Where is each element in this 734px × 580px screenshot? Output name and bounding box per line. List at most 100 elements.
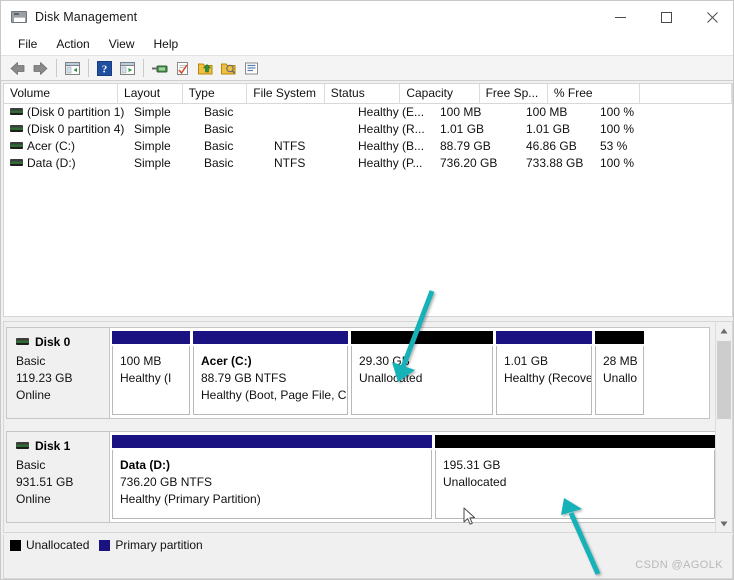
partition-status: Unallocated <box>443 475 507 489</box>
graphical-view-scrollbar[interactable] <box>715 322 732 532</box>
scroll-up-arrow-icon[interactable] <box>716 322 732 339</box>
partition-body: 195.31 GB Unallocated <box>435 450 715 519</box>
disk-row-1[interactable]: Disk 1 Basic 931.51 GB Online Data (D:) … <box>6 431 718 523</box>
maximize-button[interactable] <box>643 1 689 33</box>
partition-title: Acer (C:) <box>201 354 252 368</box>
partition-disk0-2-unallocated[interactable]: 29.30 GB Unallocated <box>351 331 493 415</box>
cell-volume-label: Data (D:) <box>27 156 76 170</box>
disk-partitions-1: Data (D:) 736.20 GB NTFS Healthy (Primar… <box>110 431 718 523</box>
cell-type: Basic <box>204 122 234 136</box>
menu-action[interactable]: Action <box>47 34 98 54</box>
cell-percent-free: 100 % <box>600 156 635 170</box>
partition-bar <box>351 331 493 344</box>
disk-info-1[interactable]: Disk 1 Basic 931.51 GB Online <box>6 431 110 523</box>
partition-disk0-0[interactable]: 100 MB Healthy (I <box>112 331 190 415</box>
cell-layout: Simple <box>134 105 171 119</box>
cell-volume: Data (D:) <box>4 155 128 172</box>
partition-status: Healthy (Primary Partition) <box>120 492 261 506</box>
partition-disk0-4-unallocated[interactable]: 28 MB Unallo <box>595 331 644 415</box>
back-icon[interactable] <box>6 57 28 79</box>
partition-disk1-0[interactable]: Data (D:) 736.20 GB NTFS Healthy (Primar… <box>112 435 432 519</box>
menu-view[interactable]: View <box>100 34 144 54</box>
table-row[interactable]: (Disk 0 partition 4) Simple Basic Health… <box>4 121 732 138</box>
partition-bar <box>112 435 432 448</box>
cell-layout: Simple <box>134 139 171 153</box>
volume-icon <box>10 108 23 116</box>
volume-icon <box>10 125 23 133</box>
partition-status: Unallo <box>603 371 638 385</box>
partition-disk0-3[interactable]: 1.01 GB Healthy (Recove <box>496 331 592 415</box>
close-button[interactable] <box>689 1 733 33</box>
refresh-icon[interactable] <box>171 57 193 79</box>
cell-capacity: 88.79 GB <box>440 139 491 153</box>
column-header-status[interactable]: Status <box>325 84 401 104</box>
volume-list-body: (Disk 0 partition 1) Simple Basic Health… <box>4 104 732 172</box>
menu-help[interactable]: Help <box>145 34 188 54</box>
partition-status: Healthy (I <box>120 371 172 385</box>
column-header-layout[interactable]: Layout <box>118 84 183 104</box>
status-bar <box>3 555 733 579</box>
column-header-spacer[interactable] <box>640 84 732 104</box>
disk-row-0[interactable]: Disk 0 Basic 119.23 GB Online 100 MB Hea… <box>6 327 710 419</box>
minimize-button[interactable] <box>597 1 643 33</box>
show-hide-console-tree-icon[interactable] <box>116 57 138 79</box>
cell-free-space: 100 MB <box>526 105 568 119</box>
column-header-type[interactable]: Type <box>183 84 248 104</box>
forward-icon[interactable] <box>29 57 51 79</box>
title-bar: Disk Management <box>1 1 733 33</box>
help-icon[interactable]: ? <box>93 57 115 79</box>
column-header-volume[interactable]: Volume <box>4 84 119 104</box>
disk-name-label: Disk 1 <box>35 439 71 453</box>
cell-layout: Simple <box>134 122 171 136</box>
cell-free-space: 733.88 GB <box>526 156 584 170</box>
cell-file-system <box>268 104 352 121</box>
cell-type: Basic <box>204 139 234 153</box>
column-header-capacity[interactable]: Capacity <box>400 84 480 104</box>
cell-file-system <box>268 121 352 138</box>
cell-volume: (Disk 0 partition 1) <box>4 104 128 121</box>
partition-size: 100 MB <box>120 354 162 368</box>
partition-disk0-1[interactable]: Acer (C:) 88.79 GB NTFS Healthy (Boot, P… <box>193 331 348 415</box>
column-header-free-space[interactable]: Free Sp... <box>480 84 548 104</box>
disk-type-0: Basic <box>16 354 46 368</box>
partition-size: 88.79 GB NTFS <box>201 371 287 385</box>
all-tasks-icon[interactable] <box>240 57 262 79</box>
legend-item-primary-partition: Primary partition <box>99 538 203 552</box>
properties-icon[interactable] <box>148 57 170 79</box>
disk-icon <box>16 441 29 449</box>
partition-disk1-1-unallocated[interactable]: 195.31 GB Unallocated <box>435 435 715 519</box>
volume-list-header: Volume Layout Type File System Status Ca… <box>4 84 732 104</box>
column-header-file-system[interactable]: File System <box>247 84 325 104</box>
partition-body: 28 MB Unallo <box>595 346 644 415</box>
legend-label-primary: Primary partition <box>115 538 203 552</box>
partition-size: 736.20 GB NTFS <box>120 475 213 489</box>
table-row[interactable]: Acer (C:) Simple Basic NTFS Healthy (B..… <box>4 138 732 155</box>
volume-list[interactable]: Volume Layout Type File System Status Ca… <box>3 83 733 317</box>
up-one-level-icon[interactable] <box>61 57 83 79</box>
cell-status: Healthy (B... <box>358 139 425 153</box>
legend-item-unallocated: Unallocated <box>10 538 89 552</box>
legend-label-unallocated: Unallocated <box>26 538 90 552</box>
disk-type-1: Basic <box>16 458 46 472</box>
partition-body: Data (D:) 736.20 GB NTFS Healthy (Primar… <box>112 450 432 519</box>
cell-file-system: NTFS <box>274 156 306 170</box>
cell-status: Healthy (E... <box>358 105 425 119</box>
partition-size: 28 MB <box>603 354 638 368</box>
menu-file[interactable]: File <box>9 34 46 54</box>
rescan-disks-icon[interactable] <box>217 57 239 79</box>
partition-bar <box>435 435 715 448</box>
disk-name-0: Disk 0 <box>16 335 109 349</box>
table-row[interactable]: Data (D:) Simple Basic NTFS Healthy (P..… <box>4 155 732 172</box>
cell-volume-label: (Disk 0 partition 1) <box>27 105 125 119</box>
column-header-percent-free[interactable]: % Free <box>548 84 640 104</box>
cell-volume: Acer (C:) <box>4 138 128 155</box>
partition-body: 1.01 GB Healthy (Recove <box>496 346 592 415</box>
cell-percent-free: 100 % <box>600 122 635 136</box>
volume-icon <box>10 159 23 167</box>
scroll-down-arrow-icon[interactable] <box>716 515 732 532</box>
legend-swatch-primary <box>99 539 111 551</box>
scrollbar-thumb[interactable] <box>717 341 731 419</box>
disk-info-0[interactable]: Disk 0 Basic 119.23 GB Online <box>6 327 110 419</box>
export-list-icon[interactable] <box>194 57 216 79</box>
table-row[interactable]: (Disk 0 partition 1) Simple Basic Health… <box>4 104 732 121</box>
